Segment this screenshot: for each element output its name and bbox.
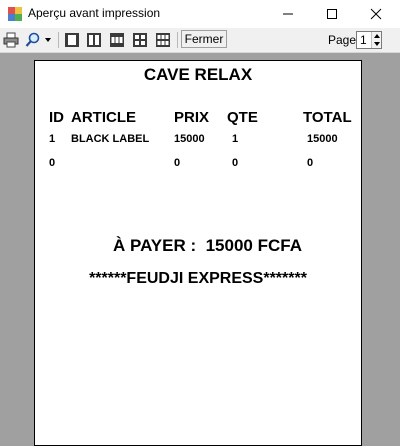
minimize-button[interactable] [266,0,310,28]
row-price: 0 [174,157,181,169]
four-pages-icon [133,33,147,47]
row-price: 15000 [174,133,205,145]
print-button[interactable] [2,31,20,49]
six-pages-icon [156,33,170,47]
toolbar-separator [58,32,59,48]
amount-due: À PAYER : 15000 FCFA [113,236,302,256]
row-quantity: 1 [232,133,239,145]
column-header-id: ID [49,109,64,126]
page-down-button[interactable] [371,40,381,48]
six-pages-button[interactable] [154,31,172,49]
footer-text: ******FEUDJI EXPRESS******* [89,270,307,287]
maximize-button[interactable] [310,0,354,28]
three-pages-button[interactable] [108,31,126,49]
document-title: CAVE RELAX [143,65,253,84]
four-pages-button[interactable] [131,31,149,49]
column-header-quantity: QTE [227,109,258,126]
chevron-up-icon [373,34,380,38]
close-icon [370,8,382,20]
title-bar: Aperçu avant impression [0,0,400,28]
column-header-price: PRIX [174,109,210,126]
zoom-dropdown-button[interactable] [22,31,54,49]
page-number-value[interactable]: 1 [360,33,367,47]
page-label: Page [328,33,357,47]
preview-area[interactable]: CAVE RELAX ID ARTICLE PRIX QTE TOTAL 1 B… [0,53,400,446]
app-icon [8,7,22,21]
two-pages-icon [87,33,101,47]
column-header-article: ARTICLE [71,109,136,126]
one-page-button[interactable] [63,31,81,49]
close-button[interactable] [354,0,398,28]
three-pages-icon [110,33,124,47]
row-article: BLACK LABEL [71,133,150,145]
minimize-icon [283,13,293,15]
close-preview-button[interactable]: Fermer [181,30,227,48]
chevron-down-icon [44,38,51,42]
window-title: Aperçu avant impression [28,6,161,20]
column-header-total: TOTAL [303,109,352,126]
amount-due-label: À PAYER : [113,236,197,255]
chevron-down-icon [373,42,380,46]
row-id: 1 [49,133,56,145]
zoom-magnifier-icon [25,32,39,47]
printer-icon [3,32,19,48]
toolbar-separator [177,32,178,48]
two-pages-button[interactable] [85,31,103,49]
maximize-icon [327,9,337,19]
row-quantity: 0 [232,157,239,169]
page-up-button[interactable] [371,32,381,40]
one-page-icon [65,33,79,47]
receipt-page: CAVE RELAX ID ARTICLE PRIX QTE TOTAL 1 B… [34,60,362,446]
row-total: 0 [307,157,314,169]
row-total: 15000 [307,133,338,145]
amount-due-value: 15000 FCFA [205,236,302,255]
toolbar: Fermer Page 1 [0,28,400,53]
page-stepper[interactable]: 1 [356,31,382,49]
row-id: 0 [49,157,56,169]
